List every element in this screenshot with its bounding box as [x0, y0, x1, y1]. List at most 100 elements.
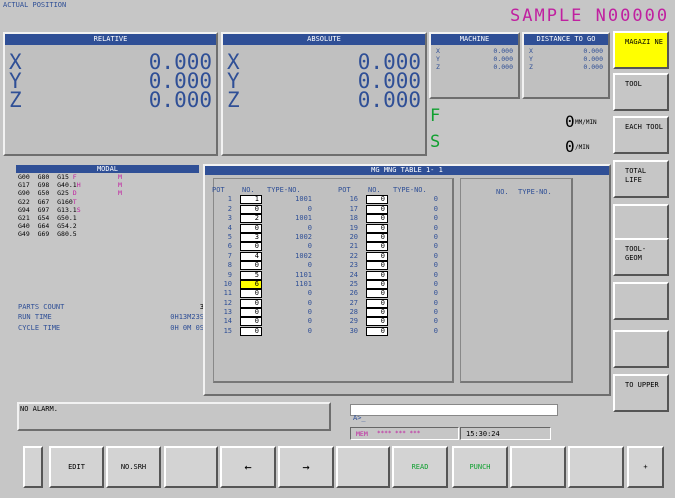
tool-number-field[interactable]: 0 — [240, 261, 262, 271]
mg-table-row[interactable]: 17 0 0 — [338, 204, 453, 214]
tool-number-field[interactable]: 4 — [240, 251, 262, 261]
softkey-read[interactable]: READ — [392, 446, 448, 488]
tool-number-field[interactable]: 0 — [366, 270, 388, 280]
mg-table-row[interactable]: 18 0 0 — [338, 214, 453, 224]
mg-table-row[interactable]: 10 6 1101 — [212, 279, 327, 289]
mg-table-row[interactable]: 19 0 0 — [338, 223, 453, 233]
tool-number-field[interactable]: 0 — [366, 308, 388, 318]
softkey-tool-geom[interactable]: TOOL- GEOM — [613, 238, 669, 276]
tool-number-field[interactable]: 0 — [240, 317, 262, 327]
softkey-total-life[interactable]: TOTAL LIFE — [613, 160, 669, 198]
tool-number-field[interactable]: 0 — [240, 242, 262, 252]
type-number: 0 — [433, 204, 438, 213]
mg-table-row[interactable]: 26 0 0 — [338, 289, 453, 299]
softkey-blank[interactable] — [23, 446, 43, 488]
mg-table-row[interactable]: 13 0 0 — [212, 308, 327, 318]
right-arrow-key[interactable]: → — [278, 446, 334, 488]
mg-table-row[interactable]: 27 0 0 — [338, 298, 453, 308]
tool-number-field[interactable]: 3 — [240, 232, 262, 242]
tool-number-field[interactable]: 0 — [366, 204, 388, 214]
tool-number-field[interactable]: 0 — [240, 204, 262, 214]
mg-table-row[interactable]: 600 — [212, 242, 327, 252]
tool-number-field[interactable]: 0 — [366, 251, 388, 261]
input-line[interactable]: A>_ — [350, 404, 558, 422]
type-number: 0 — [433, 317, 438, 326]
softkey-blank[interactable] — [613, 282, 669, 320]
softkey-magazi-ne[interactable]: MAGAZI NE — [613, 31, 669, 69]
tool-number-field[interactable]: 0 — [240, 308, 262, 318]
mg-table-row[interactable]: 5 3 1002 — [212, 232, 327, 242]
tool-number-field[interactable]: 0 — [366, 289, 388, 299]
tool-number-field[interactable]: 5 — [240, 270, 262, 280]
mg-table-row[interactable]: 12 0 0 — [212, 298, 327, 308]
tool-number-field[interactable]: 2 — [240, 214, 262, 224]
type-number: 1001 — [295, 195, 312, 204]
feed-unit: MM/MIN — [575, 119, 597, 126]
mg-table-row[interactable]: 1 1 1001 — [212, 195, 327, 205]
softkey-each-tool[interactable]: EACH TOOL — [613, 116, 669, 154]
softkey-punch[interactable]: PUNCH — [452, 446, 508, 488]
mg-table-row[interactable]: 21 0 0 — [338, 242, 453, 252]
tool-number-field[interactable]: 0 — [366, 195, 388, 205]
tool-number-field[interactable]: 1 — [240, 195, 262, 205]
type-number: 0 — [307, 298, 312, 307]
softkey-to-upper[interactable]: TO UPPER — [613, 374, 669, 412]
tool-number-field[interactable]: 0 — [366, 223, 388, 233]
softkey-blank[interactable] — [613, 204, 669, 242]
type-number: 0 — [433, 279, 438, 288]
softkey-blank[interactable] — [336, 446, 390, 488]
modal-address: F — [72, 173, 77, 181]
softkey-no-srh[interactable]: NO.SRH — [106, 446, 161, 488]
tool-number-field[interactable]: 0 — [240, 298, 262, 308]
mg-table-row[interactable]: 24 0 0 — [338, 270, 453, 280]
softkey-blank[interactable] — [568, 446, 624, 488]
softkey-edit[interactable]: EDIT — [49, 446, 104, 488]
mg-table-title: MG MNG TABLE 1- 1 — [205, 166, 609, 175]
mg-table-row[interactable]: 200 — [212, 204, 327, 214]
tool-number-field[interactable]: 0 — [366, 326, 388, 336]
tool-number-field[interactable]: 0 — [366, 279, 388, 289]
pot-number: 19 — [349, 223, 358, 232]
mg-table-row[interactable]: 16 0 0 — [338, 195, 453, 205]
left-arrow-key[interactable]: ← — [220, 446, 276, 488]
mg-table-row[interactable]: 29 0 0 — [338, 317, 453, 327]
tool-number-field[interactable]: 0 — [240, 223, 262, 233]
softkey-blank[interactable] — [613, 330, 669, 368]
tool-number-field[interactable]: 0 — [366, 261, 388, 271]
type-number: 0 — [307, 317, 312, 326]
tool-number-field[interactable]: 0 — [240, 326, 262, 336]
modal-row: G40 G64 G54.2 — [18, 222, 198, 230]
modal-row: G00 G80 G15 F M — [18, 173, 198, 181]
plus-key[interactable]: + — [627, 446, 664, 488]
mg-table-row[interactable]: 3 2 1001 — [212, 214, 327, 224]
mg-table-row[interactable]: 22 0 0 — [338, 251, 453, 261]
mg-table-row[interactable]: 30 0 0 — [338, 326, 453, 336]
tool-number-field[interactable]: 0 — [366, 242, 388, 252]
softkey-tool[interactable]: TOOL — [613, 73, 669, 111]
mg-table-row[interactable]: 7 4 1002 — [212, 251, 327, 261]
mg-table-row[interactable]: 11 0 0 — [212, 289, 327, 299]
softkey-blank[interactable] — [164, 446, 218, 488]
mg-table-row[interactable]: 23 0 0 — [338, 261, 453, 271]
type-number: 0 — [433, 298, 438, 307]
mg-table-row[interactable]: 25 0 0 — [338, 279, 453, 289]
softkey-blank[interactable] — [510, 446, 566, 488]
mg-table-row[interactable]: 20 0 0 — [338, 232, 453, 242]
machine-z-axis: Z — [436, 63, 440, 71]
tool-number-field[interactable]: 0 — [366, 298, 388, 308]
type-number: 0 — [307, 308, 312, 317]
tool-number-field[interactable]: 6 — [240, 279, 262, 289]
mg-table-row[interactable]: 9 5 1101 — [212, 270, 327, 280]
mg-table-row[interactable]: 14 0 0 — [212, 317, 327, 327]
tool-number-field[interactable]: 0 — [366, 232, 388, 242]
mg-table-row[interactable]: 28 0 0 — [338, 308, 453, 318]
tool-number-field[interactable]: 0 — [366, 214, 388, 224]
tool-number-field[interactable]: 0 — [366, 317, 388, 327]
program-number: SAMPLE N00000 — [510, 6, 670, 26]
tool-number-field[interactable]: 0 — [240, 289, 262, 299]
run-time-label: RUN TIME — [18, 313, 52, 322]
pot-number: 27 — [349, 298, 358, 307]
mg-table-row[interactable]: 15 0 0 — [212, 326, 327, 336]
mg-table-row[interactable]: 400 — [212, 223, 327, 233]
mg-table-row[interactable]: 800 — [212, 261, 327, 271]
